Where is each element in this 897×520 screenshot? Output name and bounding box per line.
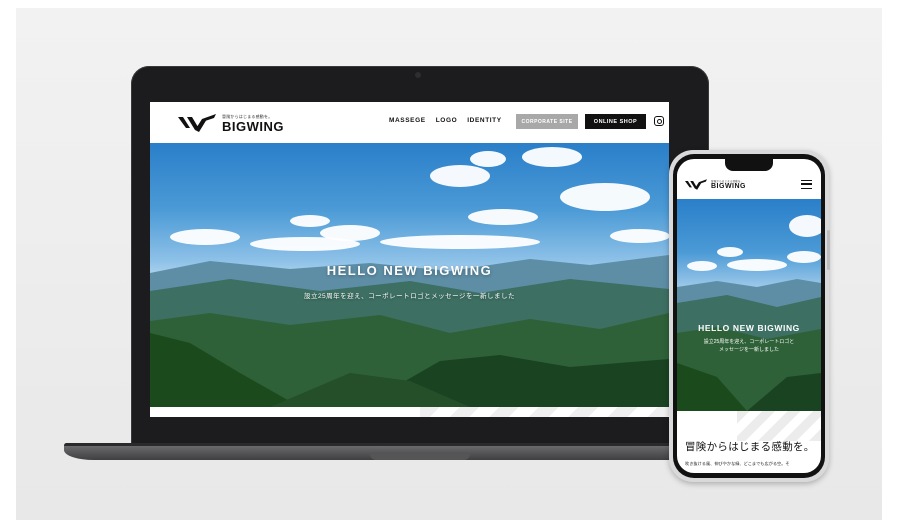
laptop-camera (415, 72, 421, 78)
phone-side-button (827, 230, 830, 270)
mobile-hero-subtitle-line1: 設立25周年を迎え、コーポレートロゴと (703, 339, 795, 345)
instagram-icon[interactable] (654, 116, 664, 126)
mobile-hero-image: HELLO NEW BIGWING 設立25周年を迎え、コーポレートロゴと メッ… (677, 199, 821, 411)
nav-link-message[interactable]: MASSEGE (389, 117, 426, 124)
mobile-logo-text: 冒険からはじまる感動を。 BIGWING (711, 179, 746, 190)
brand-name: BIGWING (711, 183, 746, 190)
cloud (468, 209, 538, 225)
cloud (789, 215, 821, 237)
laptop-screen: 冒険からはじまる感動を。 BIGWING MASSEGE LOGO IDENTI… (150, 102, 669, 417)
hamburger-menu-icon[interactable] (801, 180, 812, 189)
nav-link-identity[interactable]: IDENTITY (467, 117, 501, 124)
section-heading: 冒険からはじまる感動を。 (685, 441, 815, 453)
hero-title: HELLO NEW BIGWING (326, 263, 493, 278)
phone-notch (725, 159, 773, 171)
cloud (560, 183, 650, 211)
cloud (610, 229, 669, 243)
bigwing-logo-icon (178, 114, 216, 132)
mobile-hero-title: HELLO NEW BIGWING (698, 323, 800, 333)
nav-link-logo[interactable]: LOGO (436, 117, 458, 124)
laptop-opening-notch (370, 454, 470, 460)
mobile-hero-subtitle: 設立25周年を迎え、コーポレートロゴと メッセージを一新しました (677, 338, 821, 354)
mockup-stage: 冒険からはじまる感動を。 BIGWING MASSEGE LOGO IDENTI… (0, 0, 897, 520)
cloud (522, 147, 582, 167)
cloud (787, 251, 821, 263)
logo-text: 冒険からはじまる感動を。 BIGWING (222, 114, 284, 133)
corporate-site-button[interactable]: CORPORATE SITE (516, 114, 578, 129)
bigwing-logo-icon (685, 179, 707, 190)
cloud (470, 151, 506, 167)
decorative-stripes (420, 407, 669, 417)
site-header: 冒険からはじまる感動を。 BIGWING MASSEGE LOGO IDENTI… (150, 102, 669, 143)
mobile-header: 冒険からはじまる感動を。 BIGWING (677, 171, 821, 199)
cloud (430, 165, 490, 187)
site-logo[interactable]: 冒険からはじまる感動を。 BIGWING (178, 112, 284, 134)
mobile-logo[interactable]: 冒険からはじまる感動を。 BIGWING (685, 179, 746, 190)
section-body: 吹き抜ける風、伸びやかな緑、どこまでも広がる空。そ (685, 461, 790, 466)
phone-screen: 冒険からはじまる感動を。 BIGWING HELLO NEW BIGWING 設… (677, 159, 821, 473)
brand-name: BIGWING (222, 118, 284, 134)
hero-subtitle: 設立25周年を迎え、コーポレートロゴとメッセージを一新しました (303, 293, 516, 300)
online-shop-button[interactable]: ONLINE SHOP (585, 114, 646, 129)
main-nav: MASSEGE LOGO IDENTITY (389, 117, 502, 124)
cloud (687, 261, 717, 271)
mobile-hero-subtitle-line2: メッセージを一新しました (719, 347, 779, 353)
hero-image: HELLO NEW BIGWING 設立25周年を迎え、コーポレートロゴとメッセ… (150, 143, 669, 407)
cloud (290, 215, 330, 227)
cloud (717, 247, 743, 257)
cloud (727, 259, 787, 271)
decorative-stripes (737, 411, 821, 441)
